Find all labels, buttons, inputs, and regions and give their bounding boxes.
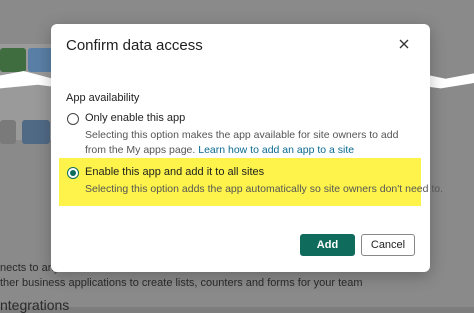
app-tile-icon xyxy=(0,120,16,144)
background-text: ther business applications to create lis… xyxy=(0,277,363,289)
option-description-enable-all-sites: Selecting this option adds the app autom… xyxy=(85,183,444,195)
confirm-data-access-dialog: Confirm data access App availability Onl… xyxy=(51,24,443,272)
add-button[interactable]: Add xyxy=(300,234,355,256)
close-button[interactable] xyxy=(396,36,412,52)
section-label: App availability xyxy=(66,92,140,104)
cancel-button[interactable]: Cancel xyxy=(361,234,415,256)
option-description-only-enable: Selecting this option makes the app avai… xyxy=(85,128,415,158)
learn-more-link[interactable]: Learn how to add an app to a site xyxy=(198,144,354,156)
background-heading: ntegrations xyxy=(0,297,70,313)
radio-enable-all-sites[interactable] xyxy=(67,167,79,179)
radio-only-enable[interactable] xyxy=(67,113,79,125)
close-icon xyxy=(399,39,409,49)
option-label-only-enable[interactable]: Only enable this app xyxy=(85,112,185,124)
app-tile-icon xyxy=(22,120,50,144)
app-tile-icon xyxy=(0,48,26,72)
option-label-enable-all-sites[interactable]: Enable this app and add it to all sites xyxy=(85,166,264,178)
dialog-title: Confirm data access xyxy=(66,37,203,54)
